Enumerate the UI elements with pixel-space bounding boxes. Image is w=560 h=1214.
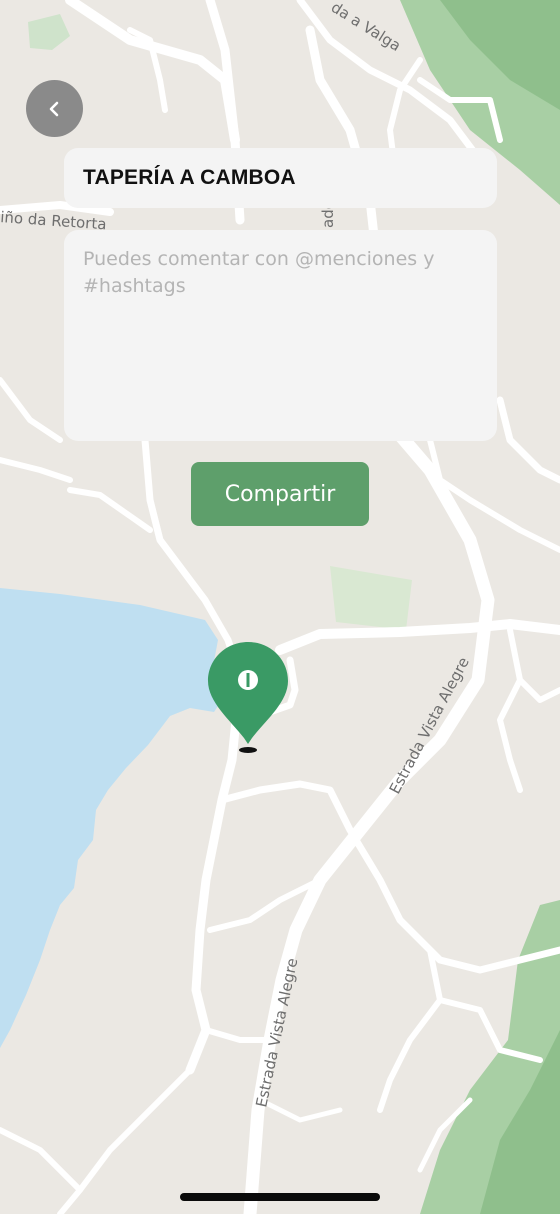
place-title: TAPERÍA A CAMBOA <box>83 166 296 189</box>
home-indicator[interactable] <box>180 1193 380 1201</box>
chevron-left-icon <box>49 101 58 116</box>
back-button[interactable] <box>26 80 83 137</box>
location-pin-icon[interactable] <box>206 640 290 754</box>
share-button[interactable]: Compartir <box>191 462 369 526</box>
place-title-field: TAPERÍA A CAMBOA <box>64 148 497 208</box>
map-screen: da a Valga iño da Retorta ado Estrada Vi… <box>0 0 560 1214</box>
comment-input[interactable] <box>64 230 497 441</box>
